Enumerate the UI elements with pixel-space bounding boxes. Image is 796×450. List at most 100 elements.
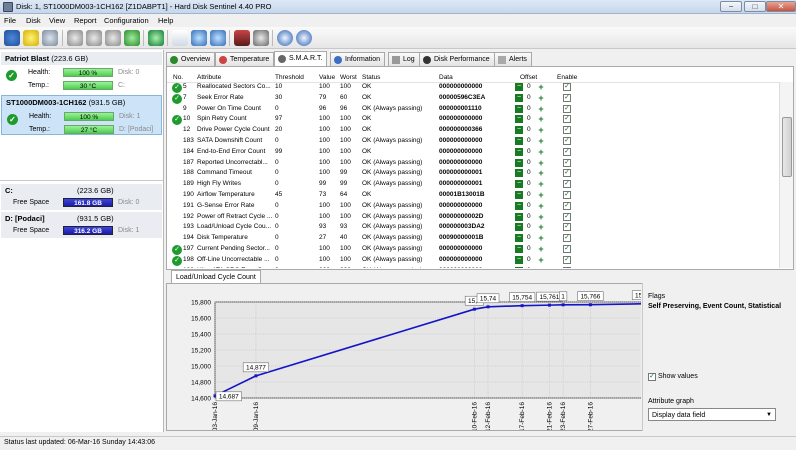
tab-graph-attribute[interactable]: Load/Unload Cycle Count <box>171 270 261 283</box>
close-button[interactable]: ✕ <box>766 1 796 12</box>
offset-decrease-button[interactable]: − <box>515 126 523 135</box>
enable-checkbox[interactable]: ✓ <box>563 191 571 199</box>
offset-increase-button[interactable]: + <box>537 147 545 156</box>
smart-row[interactable]: 199Ultra ATA CRC Error Co...0200200OK (A… <box>167 266 779 268</box>
disk-icon[interactable] <box>42 30 58 46</box>
menu-help[interactable]: Help <box>158 16 173 25</box>
report-icon[interactable] <box>172 30 188 46</box>
offset-decrease-button[interactable]: − <box>515 180 523 189</box>
offset-decrease-button[interactable]: − <box>515 169 523 178</box>
smart-scrollbar[interactable] <box>779 82 793 268</box>
offset-decrease-button[interactable]: − <box>515 147 523 156</box>
enable-checkbox[interactable]: ✓ <box>563 126 571 135</box>
smart-row[interactable]: ✓ 198 Off-Line Uncorrectable ... 0 100 100 OK … <box>167 255 779 266</box>
enable-checkbox[interactable]: ✓ <box>563 115 571 124</box>
minimize-button[interactable]: − <box>720 1 742 12</box>
menu-view[interactable]: View <box>49 16 65 25</box>
offset-increase-button[interactable]: + <box>537 201 545 210</box>
smart-row[interactable]: 184 End-to-End Error Count 99 100 100 OK 00000… <box>167 147 779 158</box>
enable-checkbox[interactable]: ✓ <box>563 137 571 145</box>
smart-row[interactable]: 191 G-Sense Error Rate 0 100 100 OK (Always p… <box>167 201 779 212</box>
offset-increase-button[interactable]: + <box>537 169 545 178</box>
offset-decrease-button[interactable]: − <box>515 234 523 243</box>
tab-smart[interactable]: S.M.A.R.T. <box>274 51 328 66</box>
enable-checkbox[interactable]: ✓ <box>563 158 571 167</box>
enable-checkbox[interactable]: ✓ <box>563 255 571 264</box>
offset-decrease-button[interactable]: − <box>515 245 523 253</box>
smart-row[interactable]: 189 High Fly Writes 0 99 99 OK (Always passin… <box>167 179 779 190</box>
smart-row[interactable]: 192 Power off Retract Cycle ... 0 100 100 OK … <box>167 212 779 223</box>
menu-report[interactable]: Report <box>74 16 97 25</box>
enable-checkbox[interactable]: ✓ <box>563 245 571 253</box>
help-icon[interactable] <box>277 30 293 46</box>
enable-checkbox[interactable]: ✓ <box>563 169 571 178</box>
offset-increase-button[interactable]: + <box>537 93 545 102</box>
offset-decrease-button[interactable]: − <box>515 158 523 167</box>
volume-card-d[interactable]: D: [Podaci] (931.5 GB) Free Space 316.2 … <box>1 212 162 238</box>
enable-checkbox[interactable]: ✓ <box>563 104 571 113</box>
enable-checkbox[interactable]: ✓ <box>563 212 571 221</box>
offset-increase-button[interactable]: + <box>537 104 545 113</box>
offset-decrease-button[interactable]: − <box>515 266 523 268</box>
offset-decrease-button[interactable]: − <box>515 93 523 102</box>
offset-decrease-button[interactable]: − <box>515 83 523 91</box>
enable-checkbox[interactable]: ✓ <box>563 93 571 102</box>
offset-increase-button[interactable]: + <box>537 137 545 146</box>
tab-disk-performance[interactable]: Disk Performance <box>419 52 495 66</box>
enable-checkbox[interactable]: ✓ <box>563 234 571 243</box>
enable-checkbox[interactable]: ✓ <box>563 180 571 189</box>
benchmark-icon[interactable] <box>234 30 250 46</box>
smart-row[interactable]: 183 SATA Downshift Count 0 100 100 OK (Always… <box>167 136 779 147</box>
disk-card-0[interactable]: Patriot Blast (223.6 GB) ✓ Health: 100 %… <box>1 52 162 92</box>
offset-increase-button[interactable]: + <box>537 191 545 200</box>
offset-decrease-button[interactable]: − <box>515 115 523 124</box>
smart-row[interactable]: 187 Reported Uncorrectabl... 0 100 100 OK (Al… <box>167 158 779 169</box>
copy-icon[interactable] <box>210 30 226 46</box>
tab-log[interactable]: Log <box>388 52 420 66</box>
alert-icon[interactable] <box>23 30 39 46</box>
offset-decrease-button[interactable]: − <box>515 212 523 221</box>
volume-card-c[interactable]: C: (223.6 GB) Free Space 161.8 GB Disk: … <box>1 184 162 210</box>
scrollbar-thumb[interactable] <box>782 117 792 177</box>
display-mode-select[interactable]: Display data field ▼ <box>648 408 776 421</box>
offset-decrease-button[interactable]: − <box>515 104 523 113</box>
globe-icon[interactable] <box>148 30 164 46</box>
offset-increase-button[interactable]: + <box>537 212 545 221</box>
offset-increase-button[interactable]: + <box>537 223 545 232</box>
offset-increase-button[interactable]: + <box>537 83 545 92</box>
offset-increase-button[interactable]: + <box>537 255 545 264</box>
menu-configuration[interactable]: Configuration <box>104 16 149 25</box>
repair-icon[interactable] <box>105 30 121 46</box>
maximize-button[interactable]: □ <box>744 1 766 12</box>
smart-row[interactable]: ✓ 197 Current Pending Sector... 0 100 100 OK (… <box>167 244 779 255</box>
offset-decrease-button[interactable]: − <box>515 137 523 145</box>
tab-alerts[interactable]: Alerts <box>494 52 532 66</box>
menu-disk[interactable]: Disk <box>26 16 41 25</box>
smart-row[interactable]: 193 Load/Unload Cycle Cou... 0 93 93 OK (Alwa… <box>167 222 779 233</box>
offset-decrease-button[interactable]: − <box>515 191 523 199</box>
offset-decrease-button[interactable]: − <box>515 223 523 232</box>
offset-increase-button[interactable]: + <box>537 126 545 135</box>
test-icon[interactable] <box>67 30 83 46</box>
smart-row[interactable]: ✓ 5 Reallocated Sectors Co... 10 100 100 OK 000… <box>167 82 779 93</box>
offset-increase-button[interactable]: + <box>537 245 545 254</box>
smart-row[interactable]: ✓ 10 Spin Retry Count 97 100 100 OK 00000000000… <box>167 114 779 126</box>
enable-checkbox[interactable]: ✓ <box>563 201 571 210</box>
disk-card-1[interactable]: ST1000DM003-1CH162 (931.5 GB) ✓ Health: … <box>1 95 162 135</box>
tab-information[interactable]: Information <box>330 52 386 66</box>
smart-row[interactable]: 188 Command Timeout 0 100 99 OK (Always passi… <box>167 168 779 179</box>
smart-row[interactable]: ✓ 7 Seek Error Rate 30 79 60 OK 00000596C3EA −0 +… <box>167 93 779 104</box>
enable-checkbox[interactable]: ✓ <box>563 223 571 232</box>
info-icon[interactable] <box>296 30 312 46</box>
offset-decrease-button[interactable]: − <box>515 201 523 210</box>
smart-row[interactable]: 12 Drive Power Cycle Count 20 100 100 OK 00000… <box>167 125 779 136</box>
offset-increase-button[interactable]: + <box>537 180 545 189</box>
offset-decrease-button[interactable]: − <box>515 255 523 264</box>
show-values-checkbox[interactable]: ✓ <box>648 373 656 381</box>
menu-file[interactable]: File <box>4 16 16 25</box>
smart-row[interactable]: 9 Power On Time Count 0 96 96 OK (Always pass… <box>167 104 779 115</box>
smart-row[interactable]: 194 Disk Temperature 0 27 40 OK (Always passi… <box>167 233 779 244</box>
ok-disk-icon[interactable] <box>124 30 140 46</box>
smart-row[interactable]: 190 Airflow Temperature 45 73 64 OK 00001B1300… <box>167 190 779 201</box>
refresh-icon[interactable] <box>4 30 20 46</box>
